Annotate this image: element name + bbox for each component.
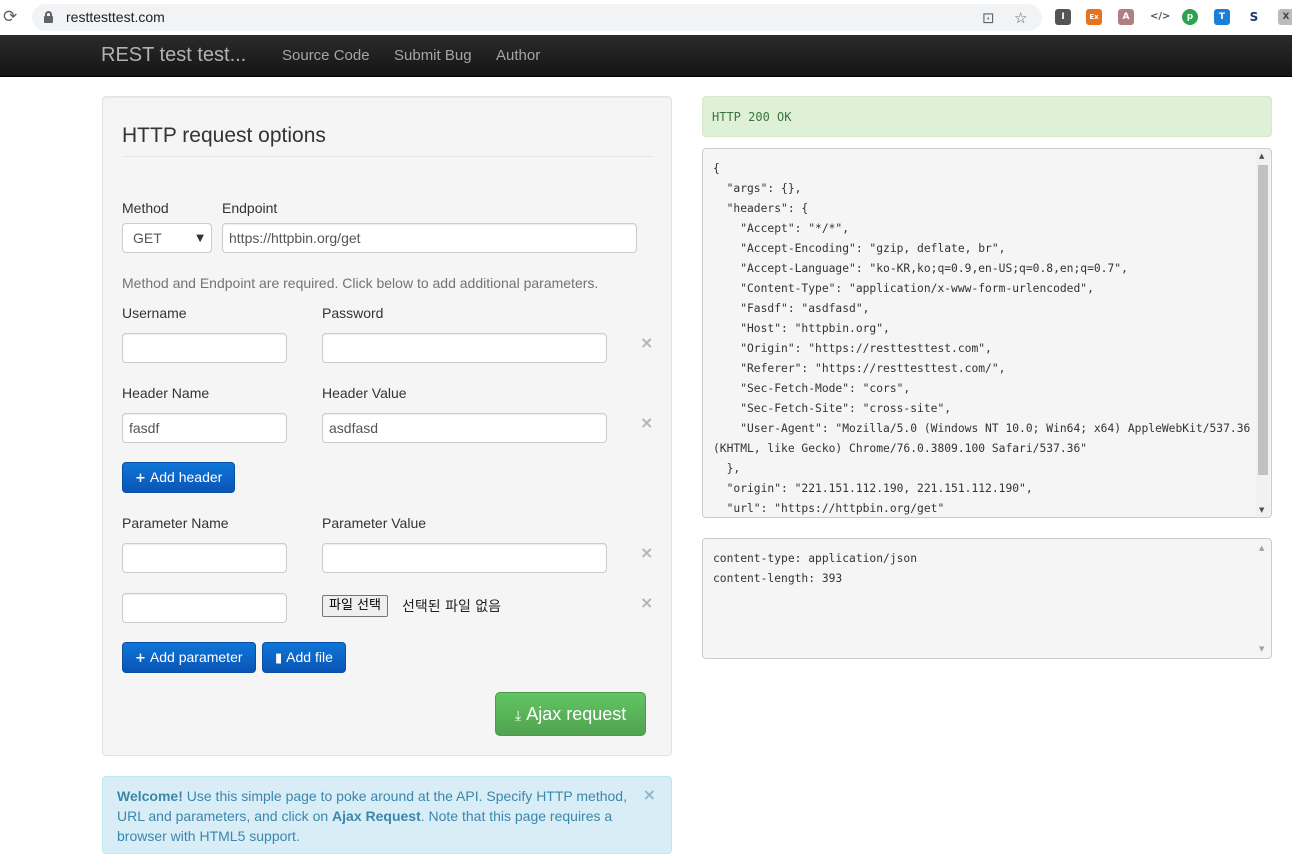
file-status-text: 선택된 파일 없음 xyxy=(402,599,502,615)
param-value-label: Parameter Value xyxy=(322,515,427,531)
welcome-alert: Welcome! Use this simple page to poke ar… xyxy=(102,776,672,854)
panel-title: HTTP request options xyxy=(122,124,326,147)
code-line: "Accept-Encoding": "gzip, deflate, br", xyxy=(713,242,1006,255)
remove-header-icon[interactable]: × xyxy=(640,413,653,432)
code-line: "Sec-Fetch-Site": "cross-site", xyxy=(713,402,952,415)
code-line: content-length: 393 xyxy=(713,572,843,585)
extension-s-icon[interactable]: S xyxy=(1246,9,1262,25)
nav-link-source-code[interactable]: Source Code xyxy=(282,47,370,64)
code-line: "origin": "221.151.112.190, 221.151.112.… xyxy=(713,482,1033,495)
add-header-button[interactable]: + Add header xyxy=(122,462,236,493)
code-line: "Sec-Fetch-Mode": "cors", xyxy=(713,382,911,395)
code-line: "Host": "httpbin.org", xyxy=(713,322,890,335)
endpoint-label: Endpoint xyxy=(222,200,278,216)
bookmark-star-icon[interactable]: ☆ xyxy=(1014,9,1027,27)
remove-file-icon[interactable]: × xyxy=(640,593,653,612)
response-body-text: { "args": {}, "headers": { "Accept": "*/… xyxy=(713,159,1253,517)
add-parameter-label: Add parameter xyxy=(149,649,243,665)
plus-icon: + xyxy=(135,651,146,666)
ajax-request-label: Ajax request xyxy=(526,704,627,724)
scroll-down-icon[interactable]: ▼ xyxy=(1259,506,1264,514)
code-line: "User-Agent": "Mozilla/5.0 (Windows NT 1… xyxy=(713,422,1251,435)
code-line: "Origin": "https://resttesttest.com", xyxy=(713,342,992,355)
add-parameter-button[interactable]: + Add parameter xyxy=(122,642,256,673)
username-label: Username xyxy=(122,305,187,321)
param-value-input[interactable] xyxy=(322,543,607,573)
response-body-box[interactable]: { "args": {}, "headers": { "Accept": "*/… xyxy=(702,148,1272,518)
navbar-brand[interactable]: REST test test... xyxy=(101,44,246,67)
method-label: Method xyxy=(122,200,169,216)
plus-icon: + xyxy=(135,471,146,486)
endpoint-input[interactable]: https://httpbin.org/get xyxy=(222,223,637,253)
add-header-label: Add header xyxy=(149,469,223,485)
choose-file-button[interactable]: 파일 선택 xyxy=(322,595,388,617)
extension-code-icon[interactable]: </> xyxy=(1150,9,1170,25)
welcome-strong-2: Ajax Request xyxy=(332,808,421,824)
code-line: content-type: application/json xyxy=(713,552,918,565)
legend-divider xyxy=(122,156,653,157)
extension-p-icon[interactable]: p xyxy=(1182,9,1198,25)
chevron-down-icon: ▼ xyxy=(196,233,204,244)
header-name-label: Header Name xyxy=(122,385,210,401)
welcome-strong: Welcome! xyxy=(117,788,183,804)
scroll-down-icon[interactable]: ▼ xyxy=(1259,645,1264,653)
header-value-input[interactable]: asdfasd xyxy=(322,413,607,443)
extension-x-icon[interactable]: X xyxy=(1278,9,1292,25)
extension-ex-icon[interactable]: Ex xyxy=(1086,9,1102,25)
code-line: "Content-Type": "application/x-www-form-… xyxy=(713,282,1094,295)
extension-pdf-icon[interactable]: A xyxy=(1118,9,1134,25)
code-line: { xyxy=(713,162,720,175)
response-headers-scrollbar[interactable]: ▲ ▼ xyxy=(1256,540,1270,657)
header-name-input[interactable]: fasdf xyxy=(122,413,287,443)
password-label: Password xyxy=(322,305,384,321)
nav-link-author[interactable]: Author xyxy=(496,47,540,64)
remove-param-icon[interactable]: × xyxy=(640,543,653,562)
reload-icon[interactable]: ⟳ xyxy=(3,7,21,27)
add-file-label: Add file xyxy=(286,649,333,665)
scroll-up-icon[interactable]: ▲ xyxy=(1259,152,1264,160)
code-line: "Fasdf": "asdfasd", xyxy=(713,302,870,315)
method-select[interactable]: GET ▼ xyxy=(122,223,212,253)
response-headers-box[interactable]: content-type: application/json content-le… xyxy=(702,538,1272,659)
code-line: }, xyxy=(713,462,741,475)
code-line: "headers": { xyxy=(713,202,809,215)
add-file-button[interactable]: ▮ Add file xyxy=(262,642,346,673)
password-input[interactable] xyxy=(322,333,607,363)
close-alert-icon[interactable]: × xyxy=(643,785,656,805)
translate-icon[interactable]: ⊡ xyxy=(982,9,995,27)
nav-link-submit-bug[interactable]: Submit Bug xyxy=(394,47,472,64)
remove-auth-icon[interactable]: × xyxy=(640,333,653,352)
code-line: "args": {}, xyxy=(713,182,802,195)
extension-i-icon[interactable]: I xyxy=(1055,9,1071,25)
ajax-request-button[interactable]: ⤓ Ajax request xyxy=(495,692,647,736)
extension-trello-icon[interactable]: T xyxy=(1214,9,1230,25)
help-text: Method and Endpoint are required. Click … xyxy=(122,275,599,291)
param-name-label: Parameter Name xyxy=(122,515,229,531)
header-value-label: Header Value xyxy=(322,385,407,401)
browser-toolbar: ⟳ resttesttest.com ⊡ ☆ I Ex A </> p T S … xyxy=(0,0,1292,35)
method-select-value: GET xyxy=(133,230,162,246)
scroll-thumb[interactable] xyxy=(1258,165,1268,475)
scroll-up-icon[interactable]: ▲ xyxy=(1259,544,1264,552)
response-body-scrollbar[interactable]: ▲ ▼ xyxy=(1256,150,1270,516)
file-param-name-input[interactable] xyxy=(122,593,287,623)
address-bar[interactable]: resttesttest.com ⊡ ☆ xyxy=(32,4,1042,31)
url-text[interactable]: resttesttest.com xyxy=(66,9,165,25)
request-options-panel: HTTP request options Method Endpoint GET… xyxy=(102,96,672,756)
code-line: "Accept-Language": "ko-KR,ko;q=0.9,en-US… xyxy=(713,262,1128,275)
code-line: "Accept": "*/*", xyxy=(713,222,850,235)
username-input[interactable] xyxy=(122,333,287,363)
code-line: "Referer": "https://resttesttest.com/", xyxy=(713,362,1006,375)
lock-icon xyxy=(44,11,53,23)
code-line: "url": "https://httpbin.org/get" xyxy=(713,502,945,515)
download-icon: ⤓ xyxy=(515,708,522,724)
code-line: (KHTML, like Gecko) Chrome/76.0.3809.100… xyxy=(713,442,1088,455)
response-headers-text: content-type: application/json content-le… xyxy=(713,549,1253,589)
response-status: HTTP 200 OK xyxy=(702,96,1272,137)
file-icon: ▮ xyxy=(275,651,283,666)
navbar: REST test test... Source Code Submit Bug… xyxy=(0,35,1292,77)
param-name-input[interactable] xyxy=(122,543,287,573)
